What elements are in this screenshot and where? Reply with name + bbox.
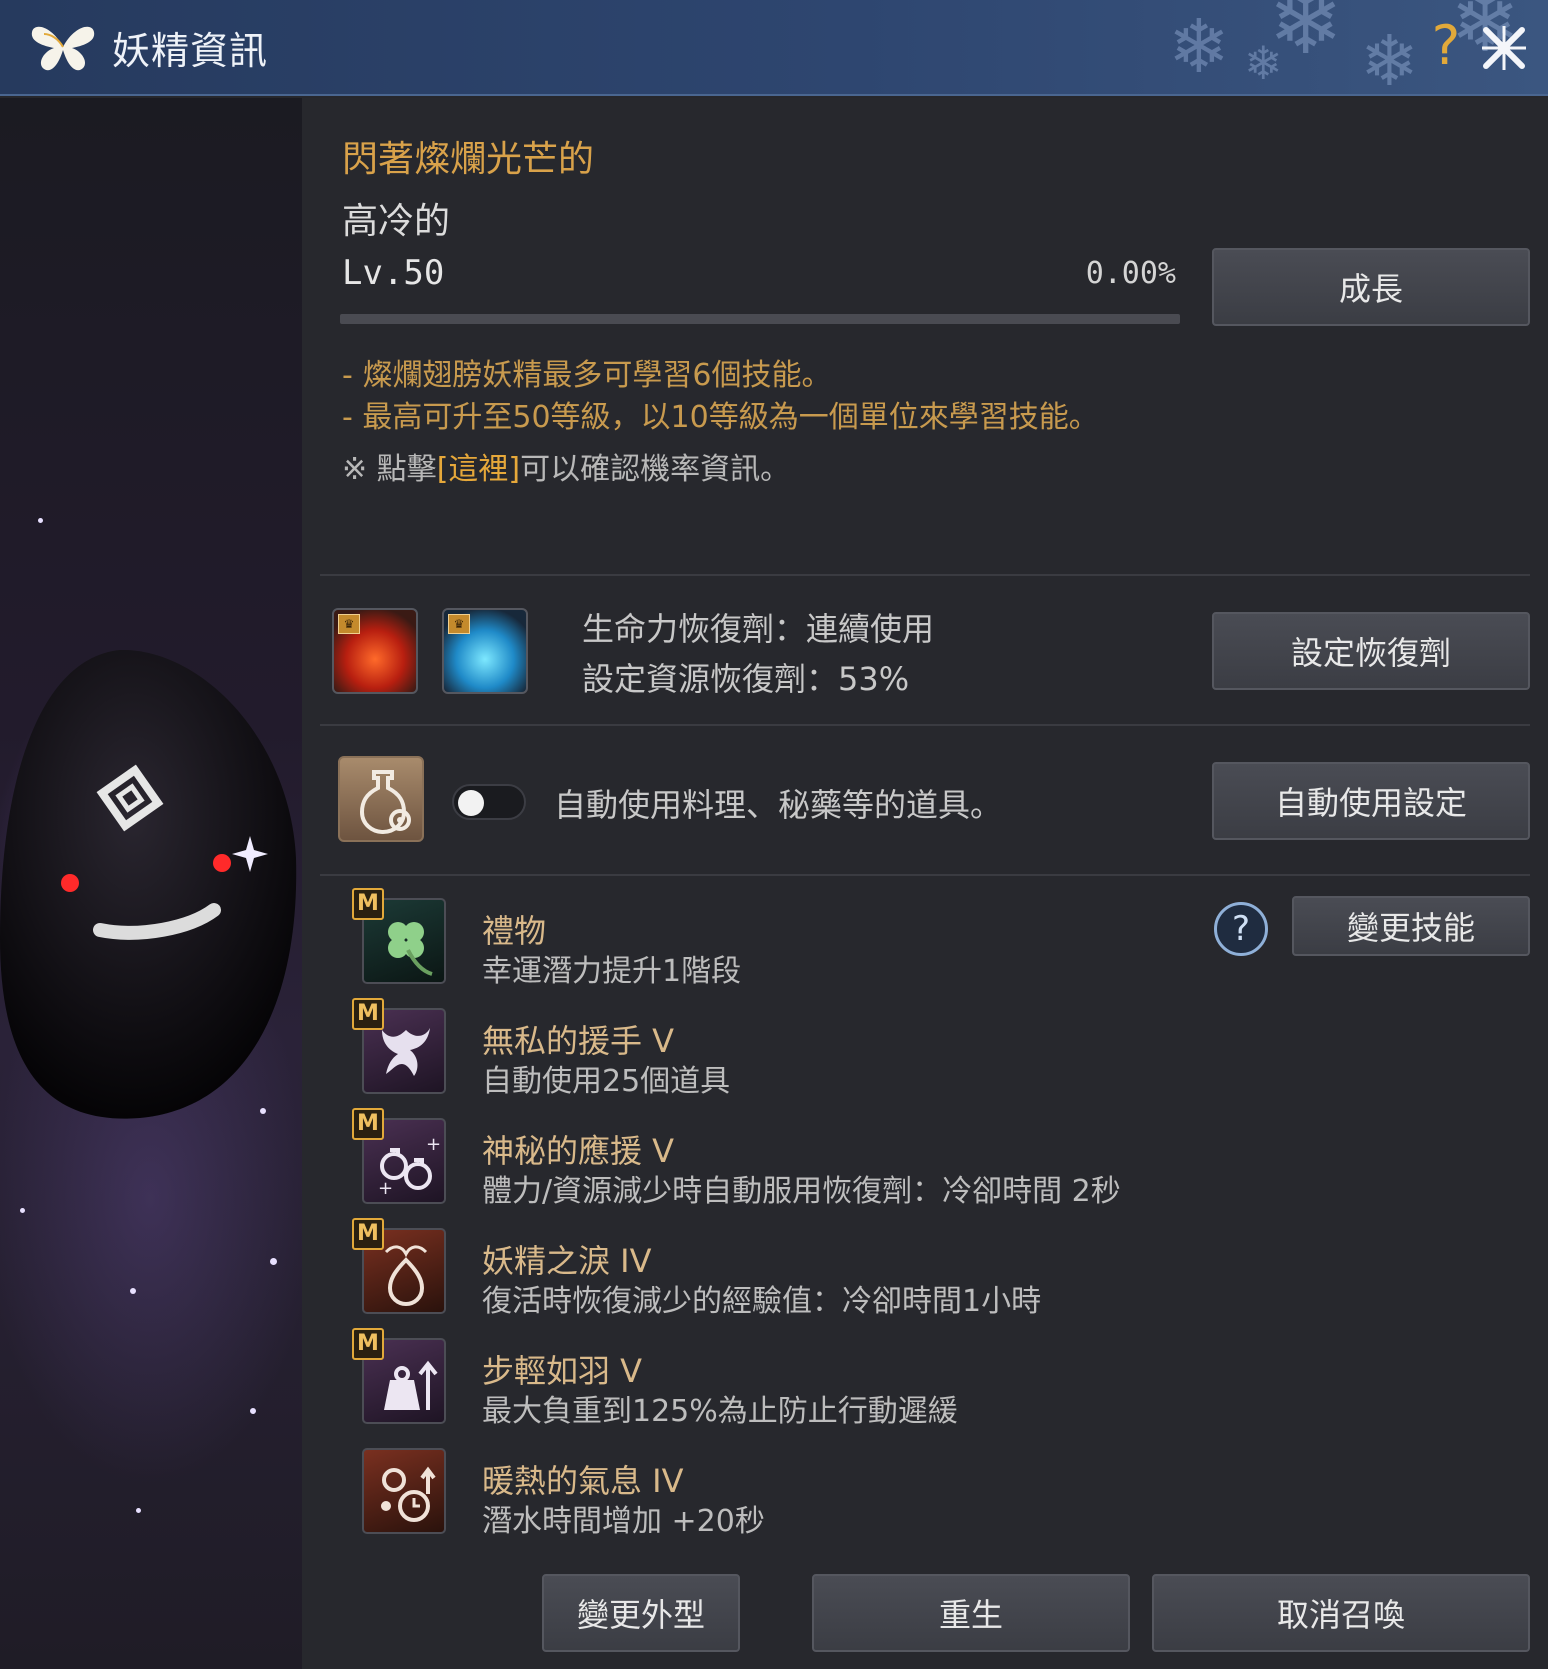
crown-icon: ♛ bbox=[448, 614, 470, 634]
star-decoration bbox=[130, 1288, 136, 1294]
mastery-badge: M bbox=[352, 888, 384, 920]
fairy-creature-image bbox=[0, 649, 297, 1119]
close-icon[interactable] bbox=[1478, 22, 1530, 74]
change-appearance-button[interactable]: 變更外型 bbox=[542, 1574, 740, 1652]
set-potion-button[interactable]: 設定恢復劑 bbox=[1212, 612, 1530, 690]
skill-item: M 禮物 幸運潛力提升1階段 bbox=[350, 888, 1450, 989]
skill-description: 復活時恢復減少的經驗值：冷卻時間1小時 bbox=[482, 1284, 1042, 1319]
skill-item: M 妖精之淚 IV 復活時恢復減少的經驗值：冷卻時間1小時 bbox=[350, 1218, 1450, 1319]
hp-potion-slot[interactable]: ♛ bbox=[332, 608, 418, 694]
exp-progress-bar bbox=[340, 314, 1180, 324]
hp-potion-setting: 生命力恢復劑：連續使用 bbox=[582, 610, 935, 648]
butterfly-icon bbox=[31, 26, 95, 71]
snowflake-decoration-icon: ❄ bbox=[1168, 4, 1231, 90]
star-decoration bbox=[250, 1408, 256, 1414]
section-divider bbox=[320, 574, 1530, 576]
fairy-info-window: 妖精資訊 ❄ ❄ ❄ ❄ ❄ ? 閃著燦爛光芒的 高冷的 Lv.50 0.00%… bbox=[0, 0, 1548, 1669]
auto-use-description: 自動使用料理、秘藥等的道具。 bbox=[554, 786, 1003, 824]
section-divider bbox=[320, 724, 1530, 726]
skill-item: M 無私的援手 V 自動使用25個道具 bbox=[350, 998, 1450, 1099]
grow-button[interactable]: 成長 bbox=[1212, 248, 1530, 326]
fairy-portrait bbox=[0, 98, 302, 1669]
skill-item: + + M 神秘的應援 V 體力/資源減少時自動服用恢復劑：冷卻時間 2秒 bbox=[350, 1108, 1450, 1209]
potion-gear-icon[interactable] bbox=[338, 756, 424, 842]
star-decoration bbox=[20, 1208, 25, 1213]
unsummon-button[interactable]: 取消召喚 bbox=[1152, 1574, 1530, 1652]
fairy-level: Lv.50 bbox=[342, 253, 445, 293]
star-decoration bbox=[38, 518, 43, 523]
mastery-badge: M bbox=[352, 1328, 384, 1360]
mastery-badge: M bbox=[352, 1108, 384, 1140]
rebirth-button[interactable]: 重生 bbox=[812, 1574, 1130, 1652]
skill-description: 最大負重到125%為止防止行動遲緩 bbox=[482, 1394, 958, 1429]
probability-link[interactable]: [這裡] bbox=[437, 452, 520, 487]
note-level-limit: - 最高可升至50等級，以10等級為一個單位來學習技能。 bbox=[342, 400, 1099, 435]
resource-potion-setting: 設定資源恢復劑：53% bbox=[582, 660, 910, 698]
skill-item: 暖熱的氣息 IV 潛水時間增加 +20秒 bbox=[350, 1438, 1450, 1539]
snowflake-decoration-icon: ❄ bbox=[1360, 20, 1419, 102]
snowflake-decoration-icon: ❄ bbox=[1268, 0, 1344, 75]
title-bar[interactable]: 妖精資訊 ❄ ❄ ❄ ❄ ❄ ? bbox=[0, 0, 1548, 96]
skill-description: 幸運潛力提升1階段 bbox=[482, 954, 742, 989]
note-probability-suffix: 可以確認機率資訊。 bbox=[520, 452, 791, 487]
svg-text:+: + bbox=[378, 1178, 393, 1199]
mastery-badge: M bbox=[352, 1218, 384, 1250]
svg-text:+: + bbox=[426, 1134, 441, 1155]
note-skill-limit: - 燦爛翅膀妖精最多可學習6個技能。 bbox=[342, 358, 832, 393]
window-title: 妖精資訊 bbox=[112, 29, 269, 73]
exp-percent: 0.00% bbox=[1085, 256, 1176, 291]
help-button[interactable]: ? bbox=[1426, 14, 1466, 78]
auto-use-toggle[interactable] bbox=[452, 784, 526, 820]
skill-description: 體力/資源減少時自動服用恢復劑：冷卻時間 2秒 bbox=[482, 1174, 1121, 1209]
fairy-title-name: 高冷的 bbox=[342, 201, 451, 242]
star-decoration bbox=[136, 1508, 141, 1513]
note-probability: ※ 點擊[這裡]可以確認機率資訊。 bbox=[342, 444, 790, 488]
note-probability-prefix: ※ 點擊 bbox=[342, 452, 437, 487]
section-divider bbox=[320, 874, 1530, 876]
fairy-title-prefix: 閃著燦爛光芒的 bbox=[342, 139, 595, 180]
mastery-badge: M bbox=[352, 998, 384, 1030]
info-panel bbox=[302, 98, 1548, 1669]
resource-potion-slot[interactable]: ♛ bbox=[442, 608, 528, 694]
bubble-timer-icon bbox=[362, 1448, 446, 1534]
skill-description: 自動使用25個道具 bbox=[482, 1064, 731, 1099]
toggle-knob bbox=[458, 790, 484, 816]
auto-use-settings-button[interactable]: 自動使用設定 bbox=[1212, 762, 1530, 840]
skill-description: 潛水時間增加 +20秒 bbox=[482, 1504, 765, 1539]
crown-icon: ♛ bbox=[338, 614, 360, 634]
star-decoration bbox=[270, 1258, 277, 1265]
skill-item: M 步輕如羽 V 最大負重到125%為止防止行動遲緩 bbox=[350, 1328, 1450, 1429]
